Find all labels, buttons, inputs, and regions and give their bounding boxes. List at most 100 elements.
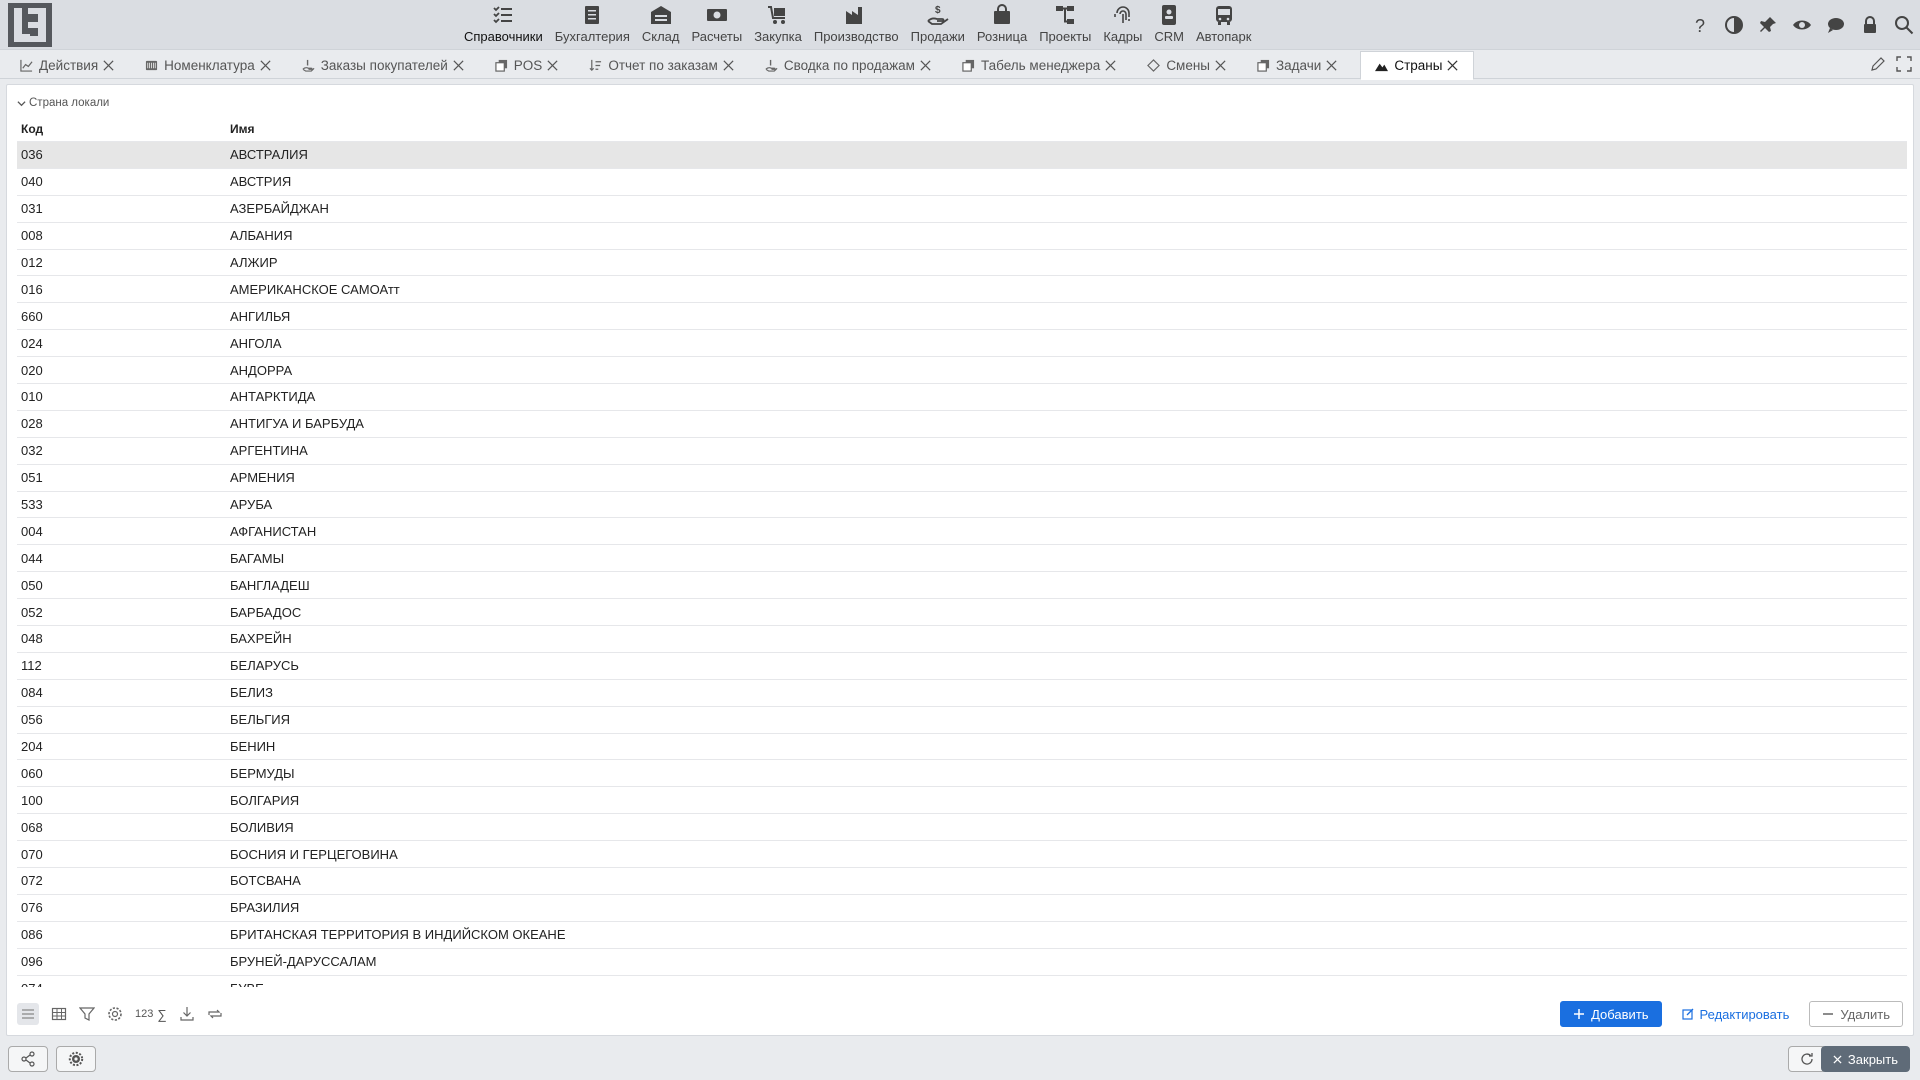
table-row[interactable]: 100 БОЛГАРИЯ [17,786,1907,813]
tab-actions[interactable]: Действия [12,51,123,79]
pin-icon[interactable] [1754,13,1782,37]
table-row[interactable]: 052 БАРБАДОС [17,598,1907,625]
close-icon[interactable] [102,59,115,72]
table-row[interactable]: 086 БРИТАНСКАЯ ТЕРРИТОРИЯ В ИНДИЙСКОМ ОКЕ… [17,920,1907,948]
close-icon[interactable] [546,59,559,72]
table-row[interactable]: 044 БАГАМЫ [17,544,1907,571]
chat-icon[interactable] [1822,13,1850,37]
table-row[interactable]: 056 БЕЛЬГИЯ [17,705,1907,733]
sort-icon [589,59,602,71]
lock-icon[interactable] [1856,13,1884,37]
table-row[interactable]: 204 БЕНИН [17,732,1907,760]
table-row[interactable]: 020 АНДОРРА [17,356,1907,383]
menu-item-retail[interactable]: Розница [971,0,1033,50]
table-row[interactable]: 040 АВСТРИЯ [17,167,1907,195]
tab-manager-timesheet[interactable]: Табель менеджера [954,51,1125,79]
close-icon[interactable] [259,59,272,72]
counter-label: 123 [135,1008,154,1020]
table-row[interactable]: 008 АЛБАНИЯ [17,221,1907,249]
cell-code: 016 [21,281,43,297]
list-view-icon[interactable] [17,1003,39,1025]
table-row[interactable]: 028 АНТИГУА И БАРБУДА [17,409,1907,437]
table-row[interactable]: 060 БЕРМУДЫ [17,759,1907,786]
close-icon[interactable] [1104,59,1117,72]
expand-icon[interactable] [1896,56,1912,72]
cell-code: 028 [21,416,43,432]
refresh-icon[interactable] [207,1003,223,1025]
tab-nomenclature[interactable]: Номенклатура [137,51,280,79]
table-row[interactable]: 533 АРУБА [17,490,1907,518]
tab-order-report[interactable]: Отчет по заказам [581,51,743,79]
menu-item-production[interactable]: Производство [808,0,905,50]
table-row[interactable]: 070 БОСНИЯ И ГЕРЦЕГОВИНА [17,840,1907,867]
menu-item-projects[interactable]: Проекты [1033,0,1097,50]
add-button[interactable]: Добавить [1560,1001,1662,1027]
close-icon[interactable] [1325,59,1338,72]
menu-item-sales[interactable]: $ Продажи [905,0,971,50]
table-row[interactable]: 084 БЕЛИЗ [17,678,1907,706]
tab-tasks[interactable]: Задачи [1249,51,1346,79]
svg-text:?: ? [1695,16,1705,35]
pencil-icon[interactable] [1870,56,1886,72]
search-icon[interactable] [1890,13,1918,37]
table-row[interactable]: 004 АФГАНИСТАН [17,517,1907,544]
menu-item-accounting[interactable]: Бухгалтерия [549,0,636,50]
close-button[interactable]: Закрыть [1820,1046,1910,1072]
tab-countries[interactable]: Страны [1360,51,1475,80]
table-row[interactable]: 076 БРАЗИЛИЯ [17,893,1907,921]
tab-shifts[interactable]: Смены [1139,51,1235,79]
close-icon[interactable] [722,59,735,72]
table-row[interactable]: 048 БАХРЕЙН [17,625,1907,652]
table-row[interactable]: 050 БАНГЛАДЕШ [17,571,1907,598]
tab-customer-orders[interactable]: Заказы покупателей [294,51,473,79]
table-row[interactable]: 096 БРУНЕЙ-ДАРУССАЛАМ [17,947,1907,975]
table-row[interactable]: 072 БОТСВАНА [17,867,1907,894]
filter-icon[interactable] [79,1003,95,1025]
menu-item-label: CRM [1154,29,1184,44]
table-row[interactable]: 031 АЗЕРБАЙДЖАН [17,194,1907,222]
table-row[interactable]: 660 АНГИЛЬЯ [17,302,1907,329]
cell-code: 050 [21,577,43,593]
table-row[interactable]: 010 АНТАРКТИДА [17,383,1907,410]
column-header-name[interactable]: Имя [228,122,255,136]
close-icon[interactable] [1446,59,1459,72]
menu-item-purchase[interactable]: Закупка [748,0,808,50]
share-button[interactable] [8,1046,48,1072]
contrast-icon[interactable] [1720,13,1748,37]
menu-item-directories[interactable]: Справочники [458,0,549,50]
table-view-icon[interactable] [51,1003,67,1025]
menu-item-fleet[interactable]: Автопарк [1190,0,1258,50]
delete-button[interactable]: Удалить [1809,1001,1903,1027]
close-icon[interactable] [1214,59,1227,72]
menu-item-crm[interactable]: CRM [1148,0,1190,50]
download-icon[interactable] [179,1003,195,1025]
tab-pos[interactable]: POS [487,51,568,79]
table-row[interactable]: 068 БОЛИВИЯ [17,813,1907,840]
eye-icon[interactable] [1788,13,1816,37]
settings-button[interactable] [56,1046,96,1072]
cell-name: БЕЛИЗ [230,685,273,701]
table-row[interactable]: 112 БЕЛАРУСЬ [17,651,1907,679]
gear-icon[interactable] [107,1003,123,1025]
chart-icon [20,59,33,72]
close-icon[interactable] [452,59,465,72]
table-row[interactable]: 074БУВЕ [17,974,1907,987]
menu-item-hr[interactable]: Кадры [1097,0,1148,50]
table-row[interactable]: 012 АЛЖИР [17,248,1907,276]
app-logo-icon[interactable] [8,3,52,47]
table-row[interactable]: 016 АМЕРИКАНСКОЕ САМОАтт [17,275,1907,302]
menu-item-warehouse[interactable]: Склад [636,0,686,50]
close-icon[interactable] [919,59,932,72]
group-toggle[interactable]: Страна локали [17,97,109,109]
table-row[interactable]: 051 АРМЕНИЯ [17,463,1907,491]
tab-sales-summary[interactable]: Сводка по продажам [757,51,940,79]
table-row[interactable]: 024 АНГОЛА [17,329,1907,356]
cell-code: 060 [21,765,43,781]
column-header-code[interactable]: Код [17,122,228,136]
edit-button[interactable]: Редактировать [1678,1001,1794,1027]
help-icon[interactable]: ? [1686,13,1714,37]
table-row[interactable]: 032 АРГЕНТИНА [17,436,1907,464]
totals-button[interactable]: 123 ∑ [135,1003,167,1025]
table-row[interactable]: 036 АВСТРАЛИЯ [17,141,1907,168]
menu-item-settlements[interactable]: Расчеты [685,0,748,50]
